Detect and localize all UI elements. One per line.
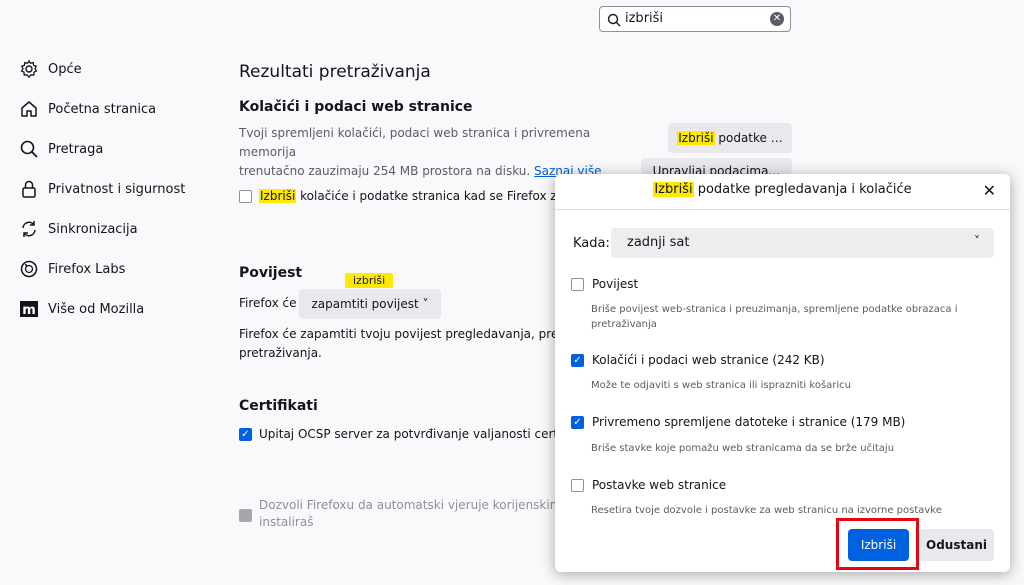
history-description: Firefox će zapamtiti tvoju povijest preg…	[239, 327, 559, 360]
clear-data-dialog: Izbriši podatke pregledavanja i kolačiće…	[555, 174, 1010, 572]
history-prefix: Firefox će	[239, 296, 297, 310]
history-mode-dropdown[interactable]: zapamtiti povijest ˅	[299, 289, 441, 319]
auto-trust-checkbox	[239, 509, 252, 522]
sync-icon	[18, 218, 40, 240]
ocsp-row[interactable]: ✓ Upitaj OCSP server za potvrđivanje val…	[239, 427, 595, 441]
sidebar-item-label: Početna stranica	[48, 101, 157, 117]
cache-option-desc: Briše stavke koje pomažu web stranicama …	[591, 443, 895, 454]
certificates-heading: Certifikati	[239, 398, 318, 414]
sidebar-item-labs[interactable]: Firefox Labs	[18, 255, 218, 283]
sidebar-item-label: Firefox Labs	[48, 261, 126, 277]
sidebar-item-sync[interactable]: Sinkronizacija	[18, 215, 218, 243]
sidebar-item-label: Više od Mozilla	[48, 301, 145, 317]
page-title: Rezultati pretraživanja	[239, 62, 431, 82]
delete-on-close-checkbox[interactable]	[239, 189, 252, 203]
chevron-down-icon: ˅	[422, 297, 429, 311]
search-icon	[607, 12, 621, 31]
search-icon	[18, 138, 40, 160]
search-tooltip-badge: izbriši	[345, 273, 394, 288]
time-range-select[interactable]: zadnji sat ˅	[611, 228, 994, 258]
cookies-heading: Kolačići i podaci web stranice	[239, 99, 473, 115]
home-icon	[18, 98, 40, 120]
sidebar-item-search[interactable]: Pretraga	[18, 135, 218, 163]
cookies-option-desc: Može te odjaviti s web stranica ili ispr…	[591, 380, 852, 391]
close-icon[interactable]: ✕	[983, 181, 996, 200]
mozilla-icon: m	[18, 298, 40, 320]
site-settings-option-desc: Resetira tvoje dozvole i postavke za web…	[591, 505, 942, 516]
ocsp-checkbox[interactable]: ✓	[239, 427, 252, 441]
svg-text:m: m	[22, 303, 36, 318]
sidebar-item-label: Pretraga	[48, 141, 104, 157]
cookies-checkbox[interactable]: ✓	[571, 353, 584, 367]
manage-data-button[interactable]: Upravljaj podacima…	[641, 158, 792, 174]
history-option-desc: Briše povijest web-stranica i preuzimanj…	[591, 304, 958, 330]
when-label: Kada:	[573, 236, 610, 251]
option-cache[interactable]: ✓ Privremeno spremljene datoteke i stran…	[571, 415, 905, 429]
clear-search-icon[interactable]: ✕	[770, 12, 784, 26]
history-heading: Povijest	[239, 265, 303, 281]
labs-icon	[18, 258, 40, 280]
chevron-down-icon: ˅	[974, 234, 980, 248]
option-site-settings[interactable]: Postavke web stranice	[571, 478, 726, 492]
option-cookies[interactable]: ✓ Kolačići i podaci web stranice (242 KB…	[571, 353, 825, 367]
search-value: izbriši	[625, 11, 664, 26]
sidebar-item-mozilla[interactable]: m Više od Mozilla	[18, 295, 218, 323]
delete-on-close-label: Izbriši kolačiće i podatke stranica kad …	[259, 189, 592, 203]
annotation-highlight-box	[836, 518, 919, 570]
delete-data-button[interactable]: Izbriši podatke …	[668, 123, 792, 153]
cookies-description: Tvoji spremljeni kolačići, podaci web st…	[239, 126, 602, 178]
lock-icon	[18, 178, 40, 200]
history-checkbox[interactable]	[571, 277, 584, 291]
dialog-divider	[555, 209, 1010, 210]
dialog-title: Izbriši podatke pregledavanja i kolačiće	[653, 182, 912, 197]
sidebar-item-general[interactable]: Opće	[18, 55, 218, 83]
sidebar-item-label: Privatnost i sigurnost	[48, 181, 186, 197]
ocsp-label: Upitaj OCSP server za potvrđivanje valja…	[259, 427, 596, 441]
delete-on-close-row[interactable]: Izbriši kolačiće i podatke stranica kad …	[239, 189, 591, 203]
sidebar-item-privacy[interactable]: Privatnost i sigurnost	[18, 175, 218, 203]
cache-checkbox[interactable]: ✓	[571, 415, 584, 429]
site-settings-checkbox[interactable]	[571, 478, 584, 492]
option-history[interactable]: Povijest	[571, 277, 638, 291]
gear-icon	[18, 58, 40, 80]
settings-search-input[interactable]: izbriši ✕	[599, 6, 791, 32]
sidebar-item-label: Sinkronizacija	[48, 221, 138, 237]
sidebar-item-home[interactable]: Početna stranica	[18, 95, 218, 123]
cancel-button[interactable]: Odustani	[919, 529, 994, 561]
sidebar-item-label: Opće	[48, 61, 82, 77]
